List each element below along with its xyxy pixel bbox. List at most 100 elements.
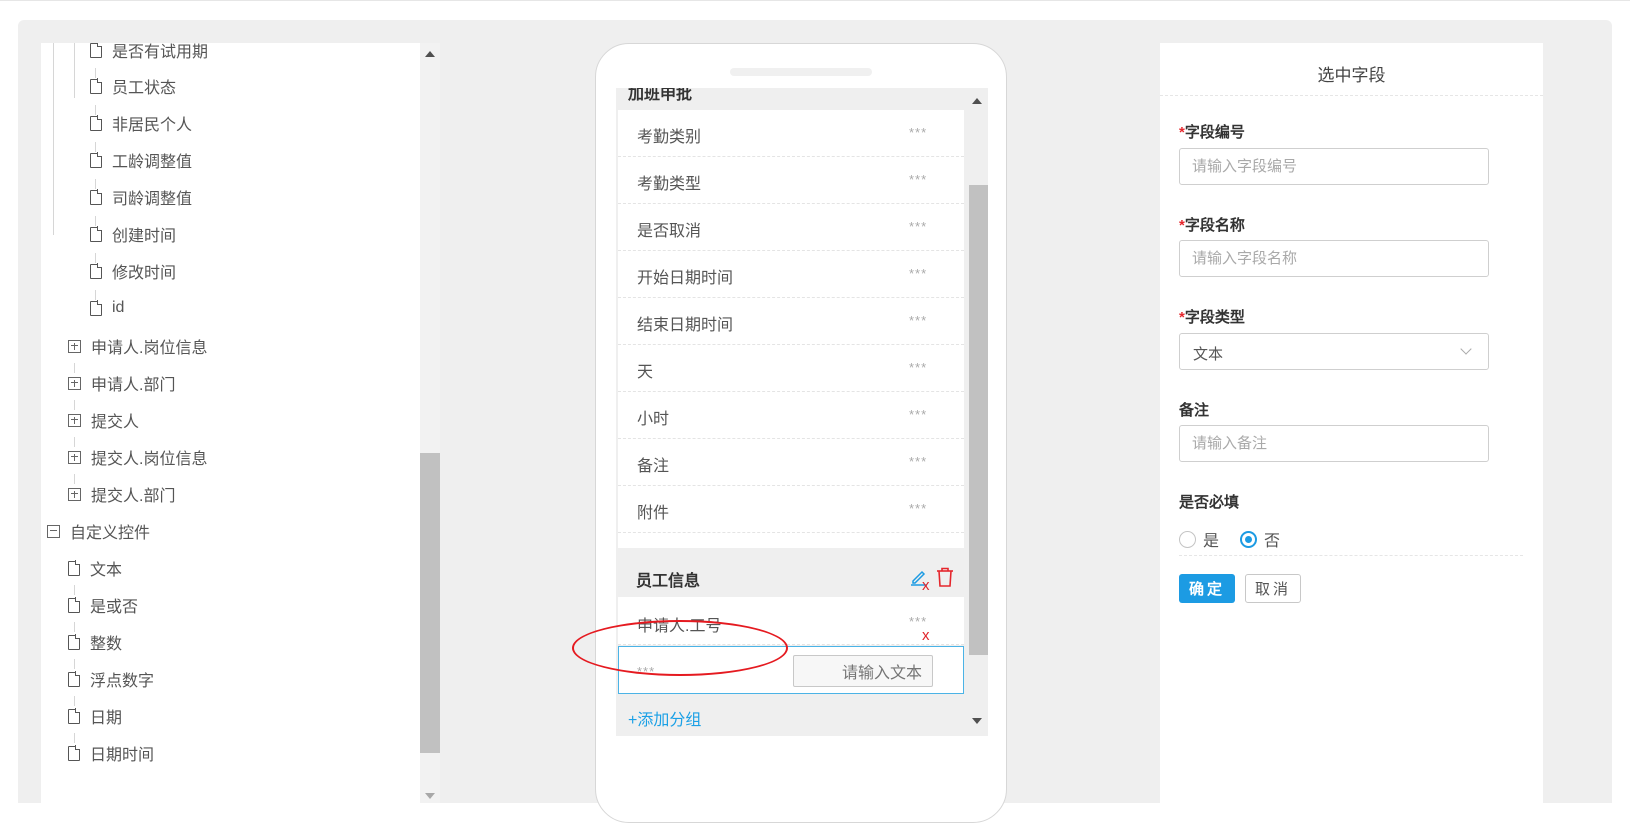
scroll-up-arrow-icon[interactable] xyxy=(972,98,982,104)
required-label: 是否必填 xyxy=(1179,494,1240,511)
tree-item[interactable]: 是否有试用期 xyxy=(90,43,208,63)
tree-item[interactable]: 非居民个人 xyxy=(90,110,192,136)
tree-item[interactable]: 员工状态 xyxy=(90,73,176,99)
list-item[interactable]: 天 *** xyxy=(618,345,964,392)
field-name-input[interactable] xyxy=(1179,240,1489,277)
file-icon xyxy=(68,634,81,650)
confirm-button[interactable]: 确定 xyxy=(1179,574,1235,603)
radio-no[interactable]: 否 xyxy=(1240,527,1280,551)
expand-plus-icon[interactable] xyxy=(68,413,81,427)
expand-plus-icon[interactable] xyxy=(68,339,81,353)
list-item[interactable]: 附件 *** xyxy=(618,486,964,533)
scroll-down-arrow-icon[interactable] xyxy=(972,718,982,724)
field-label: 开始日期时间 xyxy=(637,270,734,287)
expand-plus-icon[interactable] xyxy=(68,487,81,501)
tree-item-label: 自定义控件 xyxy=(70,525,151,542)
add-group-link[interactable]: +添加分组 xyxy=(628,706,701,730)
scroll-down-arrow-icon[interactable] xyxy=(425,793,435,799)
field-type-select[interactable]: 文本 xyxy=(1179,333,1489,370)
field-label: 备注 xyxy=(637,458,670,475)
divider xyxy=(1179,555,1523,556)
tree-item-label: 非居民个人 xyxy=(112,117,193,134)
list-item[interactable]: 备注 *** xyxy=(618,439,964,486)
radio-yes[interactable]: 是 xyxy=(1179,527,1219,551)
tree-item-label: 员工状态 xyxy=(112,80,177,97)
phone-scrollbar-thumb[interactable] xyxy=(969,185,988,655)
field-value: *** xyxy=(909,266,928,281)
chevron-down-icon xyxy=(1460,343,1472,355)
cancel-button[interactable]: 取消 xyxy=(1245,574,1301,603)
field-code-input[interactable] xyxy=(1179,148,1489,185)
tree-item[interactable]: 提交人.岗位信息 xyxy=(68,444,207,470)
remove-field-icon[interactable]: x xyxy=(922,577,930,594)
tree-item-label: 日期时间 xyxy=(90,747,155,764)
list-item[interactable]: 开始日期时间 *** xyxy=(618,251,964,298)
radio-circle-selected[interactable] xyxy=(1240,530,1257,548)
collapse-minus-icon[interactable] xyxy=(47,524,60,538)
group-field-list: 考勤类别 *** 考勤类型 *** 是否取消 *** 开始日期时间 *** 结束日期时间… xyxy=(618,110,964,548)
tree-item[interactable]: 文本 xyxy=(68,555,122,581)
trash-icon[interactable] xyxy=(936,567,954,587)
tree-item[interactable]: 司龄调整值 xyxy=(90,184,192,210)
tree-item-label: 提交人 xyxy=(91,414,140,431)
tree-item[interactable]: 是或否 xyxy=(68,592,138,618)
list-item[interactable]: 考勤类型 *** xyxy=(618,157,964,204)
field-value: *** xyxy=(909,313,928,328)
tree-item[interactable]: 浮点数字 xyxy=(68,666,154,692)
tree-guide-line xyxy=(53,43,54,235)
tree-scrollbar[interactable] xyxy=(420,43,440,803)
tree-item[interactable]: 工龄调整值 xyxy=(90,147,192,173)
tree-item[interactable]: 日期时间 xyxy=(68,740,154,766)
text-input[interactable] xyxy=(793,655,933,687)
label-text: 字段编号 xyxy=(1184,124,1245,141)
field-code-label: *字段编号 xyxy=(1179,121,1245,142)
tree-item[interactable]: 自定义控件 xyxy=(47,518,150,544)
file-icon xyxy=(68,597,81,613)
expand-plus-icon[interactable] xyxy=(68,450,81,464)
phone-speaker xyxy=(730,68,872,76)
file-icon xyxy=(90,189,103,205)
tree-item[interactable]: 创建时间 xyxy=(90,221,176,247)
radio-label: 是 xyxy=(1203,533,1220,550)
field-label: 结束日期时间 xyxy=(637,317,734,334)
label-text: 字段类型 xyxy=(1184,309,1245,326)
tree-item-label: 工龄调整值 xyxy=(112,154,193,171)
expand-plus-icon[interactable] xyxy=(68,376,81,390)
field-label: 是否取消 xyxy=(637,223,702,240)
tree-item[interactable]: 修改时间 xyxy=(90,258,176,284)
remark-input[interactable] xyxy=(1179,425,1489,462)
tree-item[interactable]: id xyxy=(90,295,124,321)
file-icon xyxy=(90,263,103,279)
tree-scrollbar-thumb[interactable] xyxy=(420,453,440,753)
file-icon xyxy=(90,300,103,316)
tree-item[interactable]: 申请人.岗位信息 xyxy=(68,333,207,359)
label-text: 字段名称 xyxy=(1184,217,1245,234)
tree-item[interactable]: 日期 xyxy=(68,703,122,729)
scroll-up-arrow-icon[interactable] xyxy=(425,51,435,57)
group-title: 加班申批 xyxy=(628,88,693,103)
tree-item-label: 是否有试用期 xyxy=(112,44,209,61)
file-icon xyxy=(90,43,103,58)
list-item[interactable]: 是否取消 *** xyxy=(618,204,964,251)
tree-item[interactable]: 申请人.部门 xyxy=(68,370,175,396)
field-name-label: *字段名称 xyxy=(1179,214,1245,235)
field-label: 天 xyxy=(637,364,654,381)
radio-circle[interactable] xyxy=(1179,530,1196,548)
field-value: *** xyxy=(909,501,928,516)
file-icon xyxy=(68,745,81,761)
list-item[interactable]: 结束日期时间 *** xyxy=(618,298,964,345)
field-label: 附件 xyxy=(637,505,670,522)
tree-item[interactable]: 整数 xyxy=(68,629,122,655)
tree-item[interactable]: 提交人.部门 xyxy=(68,481,175,507)
phone-scrollbar[interactable] xyxy=(968,88,988,736)
tree-item[interactable]: 提交人 xyxy=(68,407,139,433)
panel-title: 选中字段 xyxy=(1317,66,1386,85)
field-tree-panel: 是否有试用期 员工状态 非居民个人 工龄调整值 司龄调整值 创建时间 修改时间 … xyxy=(41,43,437,803)
list-item[interactable]: 考勤类别 *** xyxy=(618,110,964,157)
field-value: *** xyxy=(909,407,928,422)
field-config-panel: 选中字段 *字段编号 *字段名称 *字段类型 文本 备注 是否必填 是 否 确定… xyxy=(1160,43,1543,803)
remove-field-icon[interactable]: x xyxy=(922,627,930,644)
list-item[interactable]: 小时 *** xyxy=(618,392,964,439)
tree-item-label: 提交人.岗位信息 xyxy=(91,451,208,468)
file-icon xyxy=(90,226,103,242)
